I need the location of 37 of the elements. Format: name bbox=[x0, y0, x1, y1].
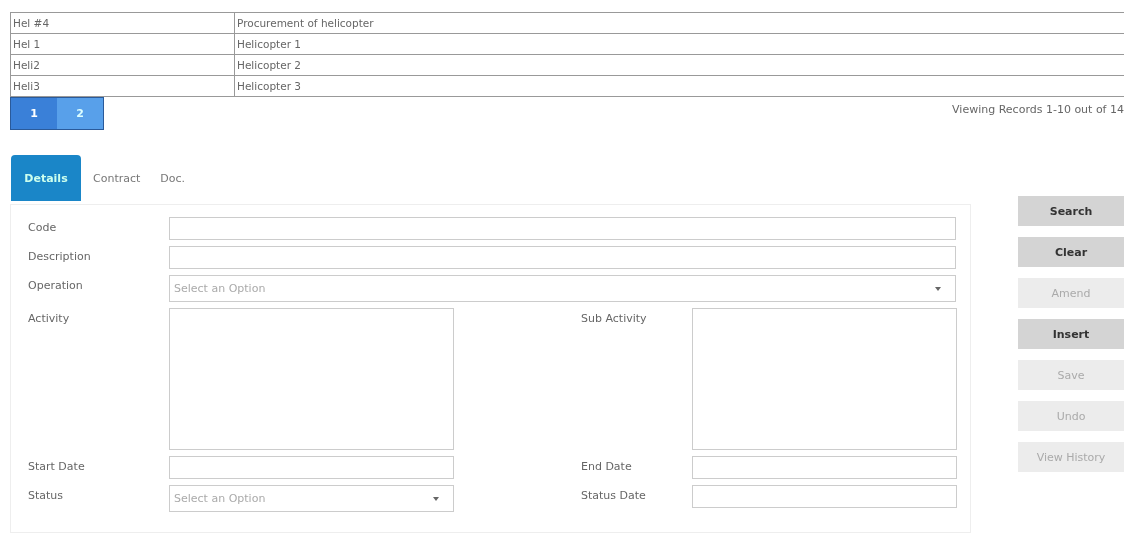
input-field[interactable] bbox=[692, 485, 957, 508]
action-button[interactable]: Insert bbox=[1018, 319, 1124, 349]
field-label: Code bbox=[28, 220, 58, 234]
tab[interactable]: Doc. bbox=[152, 155, 194, 201]
table-cell-text: Helicopter 3 bbox=[236, 79, 302, 94]
input-field[interactable] bbox=[169, 456, 454, 479]
field-label: Status bbox=[28, 488, 65, 502]
text-area[interactable] bbox=[169, 308, 454, 450]
record-count: Viewing Records 1-10 out of 14 bbox=[952, 103, 1124, 116]
dropdown[interactable]: Select an Option bbox=[169, 275, 956, 302]
field-label: Status Date bbox=[580, 488, 647, 502]
table-cell: Heli3 bbox=[10, 76, 235, 96]
input-field[interactable] bbox=[169, 217, 956, 240]
table-cell: Heli2 bbox=[10, 55, 235, 75]
action-button[interactable]: Clear bbox=[1018, 237, 1124, 267]
page-button[interactable]: 2 bbox=[57, 98, 103, 129]
field-label: Operation bbox=[28, 278, 84, 292]
table-cell: Hel #4 bbox=[10, 13, 235, 33]
dropdown[interactable]: Select an Option bbox=[169, 485, 454, 512]
table-cell-text: Procurement of helicopter bbox=[236, 16, 375, 31]
caret-icon bbox=[433, 496, 439, 501]
tab[interactable]: Details bbox=[11, 155, 81, 201]
table-cell-text: Helicopter 2 bbox=[236, 58, 302, 73]
text-area[interactable] bbox=[692, 308, 957, 450]
field-label: Description bbox=[28, 249, 92, 263]
input-field[interactable] bbox=[692, 456, 957, 479]
field-label: Sub Activity bbox=[580, 311, 648, 325]
action-button[interactable]: Search bbox=[1018, 196, 1124, 226]
input-field[interactable] bbox=[169, 246, 956, 269]
field-label: End Date bbox=[580, 459, 633, 473]
caret-icon bbox=[935, 286, 941, 291]
field-label: Activity bbox=[28, 311, 71, 325]
table-cell-text: Helicopter 1 bbox=[236, 37, 302, 52]
tab[interactable]: Contract bbox=[85, 155, 149, 201]
page-button[interactable]: 1 bbox=[11, 98, 57, 129]
table-cell: Hel 1 bbox=[10, 34, 235, 54]
field-label: Start Date bbox=[28, 459, 86, 473]
